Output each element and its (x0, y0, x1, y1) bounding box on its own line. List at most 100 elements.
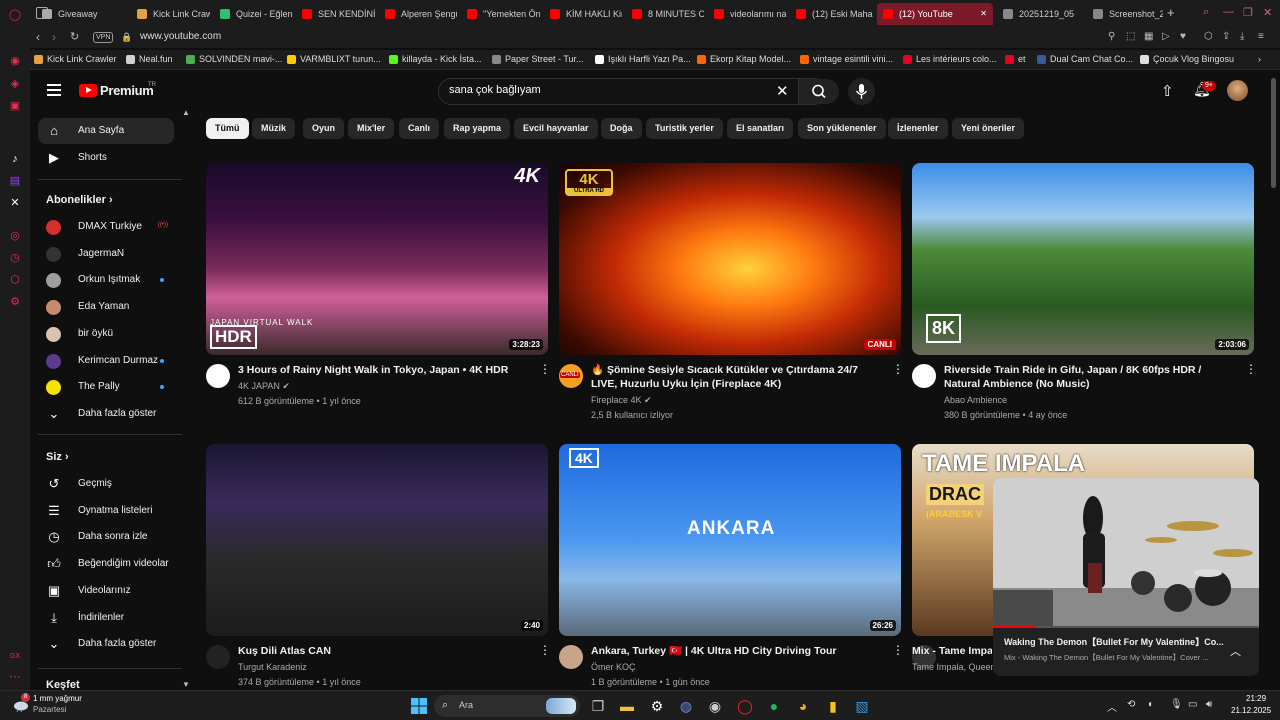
bookmark-item[interactable]: VARMBLIXT turun... (287, 54, 381, 64)
menu-icon[interactable]: ≡ (1258, 31, 1264, 42)
player-ctrl-icon[interactable]: ▷ (1162, 31, 1170, 42)
filter-chip[interactable]: Son yüklenenler (798, 118, 886, 139)
forward-icon[interactable]: › (52, 30, 56, 44)
subscription-item[interactable]: bir öykü (38, 321, 174, 347)
new-tab-button[interactable]: + (1167, 5, 1175, 20)
browser-tab[interactable]: Kick Link Crawler (131, 3, 210, 25)
gx-icon[interactable]: GX (8, 650, 22, 664)
filter-chip[interactable]: Canlı (399, 118, 440, 139)
channel-name[interactable]: Abao Ambience (944, 393, 1007, 407)
clock-time[interactable]: 21:29 (1246, 694, 1266, 703)
sidebar-item[interactable]: ☰ Oynatma listeleri (38, 498, 174, 524)
filter-chip[interactable]: Mix'ler (348, 118, 395, 139)
opera-logo-icon[interactable]: ◯ (8, 8, 22, 22)
tray-overflow-icon[interactable]: ︿ (1107, 699, 1117, 714)
channel-name[interactable]: Tame Impala, Queen (912, 660, 996, 674)
filter-chip[interactable]: Tümü (206, 118, 249, 139)
task-view-icon[interactable]: ❐ (589, 697, 607, 715)
channel-avatar[interactable] (559, 645, 583, 669)
extensions-icon[interactable]: ⬡ (1204, 31, 1213, 42)
back-icon[interactable]: ‹ (36, 30, 40, 44)
video-title[interactable]: 3 Hours of Rainy Night Walk in Tokyo, Ja… (238, 363, 518, 377)
more-options-icon[interactable]: ⋮ (892, 362, 904, 376)
music-icon[interactable]: ▣ (8, 99, 22, 113)
search-button[interactable] (798, 79, 839, 104)
more-rail-icon[interactable]: ⋯ (8, 670, 22, 684)
video-title[interactable]: 🔥 Şömine Sesiyle Sıcacık Kütükler ve Çıt… (591, 363, 871, 391)
download-bar-icon[interactable]: ⤓ (1240, 31, 1244, 42)
weather-label[interactable]: 1 mm yağmur (33, 694, 82, 703)
miniplayer-title[interactable]: Waking The Demon【Bullet For My Valentine… (1004, 635, 1224, 648)
subscription-item[interactable]: Eda Yaman (38, 294, 174, 320)
channel-name[interactable]: Fireplace 4K ✔ (591, 393, 652, 407)
subscription-item[interactable]: JagermaN (38, 241, 174, 267)
guide-menu-icon[interactable] (47, 84, 61, 96)
video-thumbnail[interactable]: 4K ULTRA HD CANLI (559, 163, 901, 355)
sidebar-item[interactable]: ⤓ İndirilenler (38, 605, 174, 631)
sidebar-item[interactable]: ↺ Geçmiş (38, 471, 174, 497)
bookmark-item[interactable]: SOLVINDEN mavi-... (186, 54, 282, 64)
browser-tab[interactable]: (12) Eski Mahalle (790, 3, 873, 25)
bookmark-item[interactable]: Neal.fun (126, 54, 173, 64)
clock-date[interactable]: 21.12.2025 (1231, 706, 1271, 715)
bookmark-item[interactable]: Ekorp Kitap Model... (697, 54, 791, 64)
subscription-item[interactable]: DMAX Turkiye ((•)) (38, 214, 174, 240)
app-icon[interactable]: ▮ (824, 697, 842, 715)
account-avatar[interactable] (1227, 80, 1248, 101)
browser-tab[interactable]: videolarımı nasıl (708, 3, 786, 25)
channel-name[interactable]: 4K JAPAN ✔ (238, 379, 290, 393)
filter-chip[interactable]: Oyun (303, 118, 345, 139)
sidebar-scroll-down-icon[interactable]: ▼ (182, 680, 190, 689)
obs-icon[interactable]: ◉ (706, 697, 724, 715)
search-tabs-icon[interactable]: ⌕ (1203, 6, 1209, 19)
chevron-up-icon[interactable]: ︿ (1230, 643, 1241, 659)
search-input[interactable] (449, 84, 769, 96)
miniplayer[interactable]: Waking The Demon【Bullet For My Valentine… (993, 478, 1259, 676)
share-icon[interactable]: ⇪ (1222, 31, 1230, 42)
chrome-icon[interactable]: ◕ (794, 697, 812, 715)
settings-rail-icon[interactable]: ⚙ (8, 295, 22, 309)
voice-search-button[interactable] (848, 78, 875, 105)
more-options-icon[interactable]: ⋮ (539, 362, 551, 376)
twitch-icon[interactable]: ▤ (8, 174, 22, 188)
sidebar-item[interactable]: 👍︎ Beğendiğim videolar (38, 551, 174, 577)
sidebar-item[interactable]: ⌄ Daha fazla göster (38, 631, 174, 657)
extensions-rail-icon[interactable]: ⬡ (8, 273, 22, 287)
discord-icon[interactable]: ◍ (677, 697, 695, 715)
bookmarks-more-icon[interactable]: › (1258, 54, 1261, 64)
subscription-item[interactable]: Orkun Işıtmak (38, 267, 174, 293)
sidebar-item[interactable]: ▶ Shorts (38, 145, 174, 171)
sidebar-item[interactable]: ◷ Daha sonra izle (38, 524, 174, 550)
video-title[interactable]: Riverside Train Ride in Gifu, Japan / 8K… (944, 363, 1224, 391)
subscription-item[interactable]: The Pally (38, 374, 174, 400)
bookmark-item[interactable]: Çocuk Vlog Bingosu (1140, 54, 1234, 64)
close-tab-icon[interactable]: ✕ (980, 3, 987, 25)
bookmark-item[interactable]: Paper Street - Tur... (492, 54, 584, 64)
lock-icon[interactable]: 🔒 (121, 32, 132, 43)
opera-gx-taskbar-icon[interactable]: ◯ (736, 697, 754, 715)
more-options-icon[interactable]: ⋮ (892, 643, 904, 657)
filter-chip[interactable]: Yeni öneriler (952, 118, 1025, 139)
aria-icon[interactable]: ◉ (8, 54, 22, 68)
filter-chip[interactable]: Müzik (252, 118, 296, 139)
maximize-button[interactable]: ❐ (1243, 6, 1253, 19)
miniplayer-progress[interactable] (993, 626, 1259, 628)
vpn-badge[interactable]: VPN (93, 32, 114, 43)
browser-tab[interactable]: Giveaway (36, 3, 127, 25)
video-title[interactable]: Mix - Tame Impala (912, 644, 992, 658)
video-thumbnail[interactable]: 4K HDR JAPAN VIRTUAL WALK 3:28:23 (206, 163, 548, 355)
filter-chip[interactable]: Rap yapma (444, 118, 511, 139)
page-scrollbar[interactable] (1271, 78, 1276, 188)
heart-icon[interactable]: ♥ (1180, 31, 1186, 42)
bookmark-item[interactable]: Les intérieurs colo... (903, 54, 997, 64)
channel-avatar[interactable] (206, 364, 230, 388)
video-thumbnail[interactable]: 2:40 (206, 444, 548, 636)
pin-icon[interactable]: ⚲ (1108, 31, 1115, 42)
x-icon[interactable]: ✕ (8, 196, 22, 210)
filter-chip[interactable]: Turistik yerler (646, 118, 723, 139)
browser-tab[interactable]: Alperen Şengün (379, 3, 457, 25)
browser-tab[interactable]: 20251219_05 (997, 3, 1083, 25)
browser-tab[interactable]: Quizei - Eğlence (214, 3, 292, 25)
browser-tab[interactable]: SEN KENDİNİ (296, 3, 375, 25)
photos-icon[interactable]: ▧ (853, 697, 871, 715)
